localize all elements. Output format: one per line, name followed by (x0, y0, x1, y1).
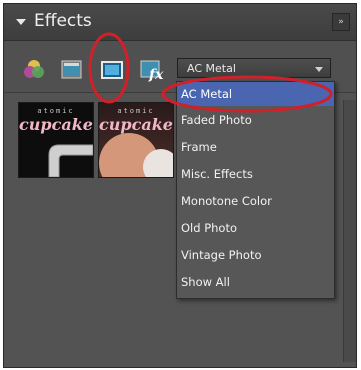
fx-icon[interactable]: fx (139, 57, 165, 83)
chevron-down-icon (315, 67, 323, 72)
svg-text:fx: fx (148, 67, 164, 83)
dropdown-menu: AC Metal Faded Photo Frame Misc. Effects… (176, 81, 335, 299)
thumbnail-big-text: cupcake (99, 115, 173, 134)
menu-item-vintage-photo[interactable]: Vintage Photo (177, 243, 334, 267)
menu-item-old-photo[interactable]: Old Photo (177, 216, 334, 240)
collapse-triangle-icon[interactable] (16, 19, 26, 25)
effects-category-dropdown[interactable]: AC Metal (177, 58, 331, 78)
effect-thumbnail[interactable]: atomic cupcake (18, 102, 94, 178)
menu-item-ac-metal[interactable]: AC Metal (177, 82, 334, 106)
effects-panel: Effects » fx atomic cupcake atomic cupca… (3, 3, 357, 368)
effect-thumbnail[interactable]: atomic cupcake (98, 102, 174, 178)
dropdown-value: AC Metal (187, 62, 236, 75)
menu-item-show-all[interactable]: Show All (177, 270, 334, 294)
menu-item-faded-photo[interactable]: Faded Photo (177, 108, 334, 132)
panel-menu-button[interactable]: » (332, 13, 350, 31)
filters-icon[interactable] (21, 57, 47, 83)
photo-effects-icon[interactable] (99, 57, 125, 83)
menu-item-frame[interactable]: Frame (177, 135, 334, 159)
panel-header: Effects » (4, 4, 356, 41)
layer-styles-icon[interactable] (59, 57, 85, 83)
menu-item-misc-effects[interactable]: Misc. Effects (177, 162, 334, 186)
menu-item-monotone-color[interactable]: Monotone Color (177, 189, 334, 213)
metal-frame-graphic (48, 144, 93, 177)
vertical-scrollbar[interactable] (343, 100, 356, 362)
thumbnail-small-text: atomic (117, 107, 155, 115)
panel-title: Effects (34, 11, 92, 31)
